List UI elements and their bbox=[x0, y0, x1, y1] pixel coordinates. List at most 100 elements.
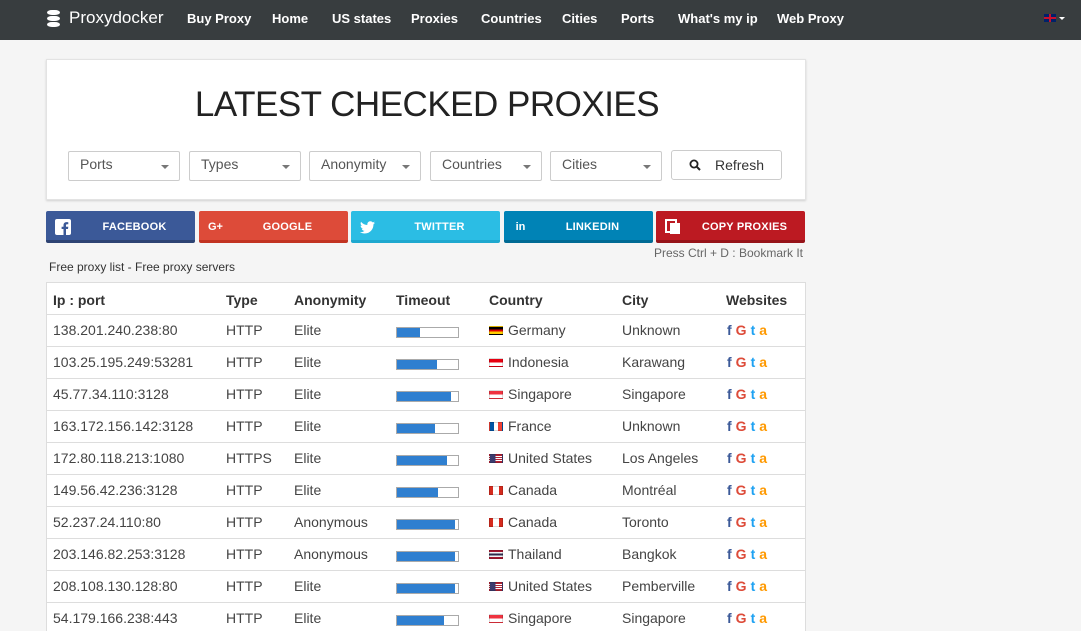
nav-proxies[interactable]: Proxies bbox=[411, 0, 458, 36]
amazon-icon[interactable]: a bbox=[759, 578, 767, 594]
amazon-icon[interactable]: a bbox=[759, 354, 767, 370]
facebook-icon[interactable]: f bbox=[727, 546, 732, 562]
google-icon[interactable]: G bbox=[736, 418, 747, 434]
amazon-icon[interactable]: a bbox=[759, 450, 767, 466]
type-cell: HTTP bbox=[226, 610, 263, 626]
type-cell: HTTP bbox=[226, 354, 263, 370]
language-selector[interactable] bbox=[1044, 14, 1065, 22]
twitter-icon[interactable]: t bbox=[751, 578, 756, 594]
twitter-icon[interactable]: t bbox=[751, 482, 756, 498]
amazon-icon[interactable]: a bbox=[759, 386, 767, 402]
nav-web-proxy[interactable]: Web Proxy bbox=[777, 0, 844, 36]
nav-us-states[interactable]: US states bbox=[332, 0, 391, 36]
share-facebook-label: FACEBOOK bbox=[102, 221, 167, 233]
facebook-icon[interactable]: f bbox=[727, 610, 732, 626]
anonymity-cell: Elite bbox=[294, 578, 322, 594]
types-select-label: Types bbox=[201, 156, 239, 172]
amazon-icon[interactable]: a bbox=[759, 514, 767, 530]
google-icon[interactable]: G bbox=[736, 386, 747, 402]
nav-whats-my-ip[interactable]: What's my ip bbox=[678, 0, 758, 36]
ip-port-cell: 203.146.82.253:3128 bbox=[53, 546, 186, 562]
table-row: 163.172.156.142:3128 HTTP Elite France Unkno… bbox=[47, 410, 805, 442]
twitter-icon[interactable]: t bbox=[751, 514, 756, 530]
copy-proxies-button[interactable]: COPY PROXIES bbox=[656, 211, 805, 243]
twitter-icon[interactable]: t bbox=[751, 354, 756, 370]
column-header-timeout[interactable]: Timeout bbox=[396, 292, 450, 308]
facebook-icon[interactable]: f bbox=[727, 450, 732, 466]
google-icon[interactable]: G bbox=[736, 482, 747, 498]
ports-select[interactable]: Ports bbox=[68, 151, 180, 181]
google-icon[interactable]: G bbox=[736, 354, 747, 370]
twitter-icon[interactable]: t bbox=[751, 386, 756, 402]
facebook-icon[interactable]: f bbox=[727, 322, 732, 338]
countries-select[interactable]: Countries bbox=[430, 151, 542, 181]
twitter-icon[interactable]: t bbox=[751, 418, 756, 434]
country-name: Singapore bbox=[508, 610, 572, 626]
facebook-icon[interactable]: f bbox=[727, 578, 732, 594]
nav-ports[interactable]: Ports bbox=[621, 0, 654, 36]
nav-buy-proxy[interactable]: Buy Proxy bbox=[187, 0, 251, 36]
column-header-ip-port[interactable]: Ip : port bbox=[53, 292, 105, 308]
google-icon[interactable]: G bbox=[736, 610, 747, 626]
google-icon[interactable]: G bbox=[736, 546, 747, 562]
share-linkedin-button[interactable]: in LINKEDIN bbox=[504, 211, 653, 243]
timeout-bar-fill bbox=[397, 616, 444, 625]
column-header-websites[interactable]: Websites bbox=[726, 292, 787, 308]
share-twitter-button[interactable]: TWITTER bbox=[351, 211, 500, 243]
google-icon[interactable]: G bbox=[736, 322, 747, 338]
twitter-icon[interactable]: t bbox=[751, 546, 756, 562]
google-icon[interactable]: G bbox=[736, 578, 747, 594]
share-facebook-button[interactable]: FACEBOOK bbox=[46, 211, 195, 243]
twitter-icon[interactable]: t bbox=[751, 450, 756, 466]
share-google-button[interactable]: G+ GOOGLE bbox=[199, 211, 348, 243]
timeout-bar bbox=[396, 583, 459, 594]
brand-logo[interactable]: Proxydocker bbox=[47, 0, 163, 36]
ip-port-cell: 138.201.240.238:80 bbox=[53, 322, 178, 338]
type-cell: HTTP bbox=[226, 418, 263, 434]
timeout-bar-fill bbox=[397, 456, 448, 465]
anonymity-cell: Elite bbox=[294, 322, 322, 338]
anonymity-select[interactable]: Anonymity bbox=[309, 151, 421, 181]
timeout-bar bbox=[396, 551, 459, 562]
facebook-icon[interactable]: f bbox=[727, 482, 732, 498]
amazon-icon[interactable]: a bbox=[759, 546, 767, 562]
caret-down-icon bbox=[523, 165, 531, 169]
amazon-icon[interactable]: a bbox=[759, 322, 767, 338]
facebook-icon[interactable]: f bbox=[727, 514, 732, 530]
facebook-icon[interactable]: f bbox=[727, 418, 732, 434]
proxy-table: Ip : port Type Anonymity Timeout Country… bbox=[46, 282, 806, 631]
types-select[interactable]: Types bbox=[189, 151, 301, 181]
google-icon[interactable]: G bbox=[736, 450, 747, 466]
amazon-icon[interactable]: a bbox=[759, 482, 767, 498]
city-cell: Singapore bbox=[622, 610, 686, 626]
nav-countries[interactable]: Countries bbox=[481, 0, 542, 36]
anonymity-cell: Elite bbox=[294, 386, 322, 402]
refresh-button[interactable]: Refresh bbox=[671, 150, 782, 180]
websites-cell: fGta bbox=[727, 610, 771, 626]
nav-home[interactable]: Home bbox=[272, 0, 308, 36]
column-header-city[interactable]: City bbox=[622, 292, 648, 308]
column-header-country[interactable]: Country bbox=[489, 292, 543, 308]
amazon-icon[interactable]: a bbox=[759, 610, 767, 626]
caret-down-icon bbox=[402, 165, 410, 169]
facebook-icon[interactable]: f bbox=[727, 386, 732, 402]
country-cell: Germany bbox=[489, 322, 566, 338]
twitter-icon[interactable]: t bbox=[751, 322, 756, 338]
city-cell: Bangkok bbox=[622, 546, 677, 562]
nav-cities[interactable]: Cities bbox=[562, 0, 597, 36]
websites-cell: fGta bbox=[727, 418, 771, 434]
column-header-type[interactable]: Type bbox=[226, 292, 258, 308]
filter-card: LATEST CHECKED PROXIES Ports Types Anony… bbox=[46, 59, 806, 200]
google-icon[interactable]: G bbox=[736, 514, 747, 530]
flag-sg-icon bbox=[489, 613, 503, 623]
timeout-bar-fill bbox=[397, 360, 437, 369]
twitter-icon[interactable]: t bbox=[751, 610, 756, 626]
amazon-icon[interactable]: a bbox=[759, 418, 767, 434]
cities-select[interactable]: Cities bbox=[550, 151, 662, 181]
column-header-anonymity[interactable]: Anonymity bbox=[294, 292, 366, 308]
facebook-icon[interactable]: f bbox=[727, 354, 732, 370]
countries-select-label: Countries bbox=[442, 156, 502, 172]
ip-port-cell: 172.80.118.213:1080 bbox=[53, 450, 185, 466]
type-cell: HTTP bbox=[226, 482, 263, 498]
ip-port-cell: 54.179.166.238:443 bbox=[53, 610, 178, 626]
